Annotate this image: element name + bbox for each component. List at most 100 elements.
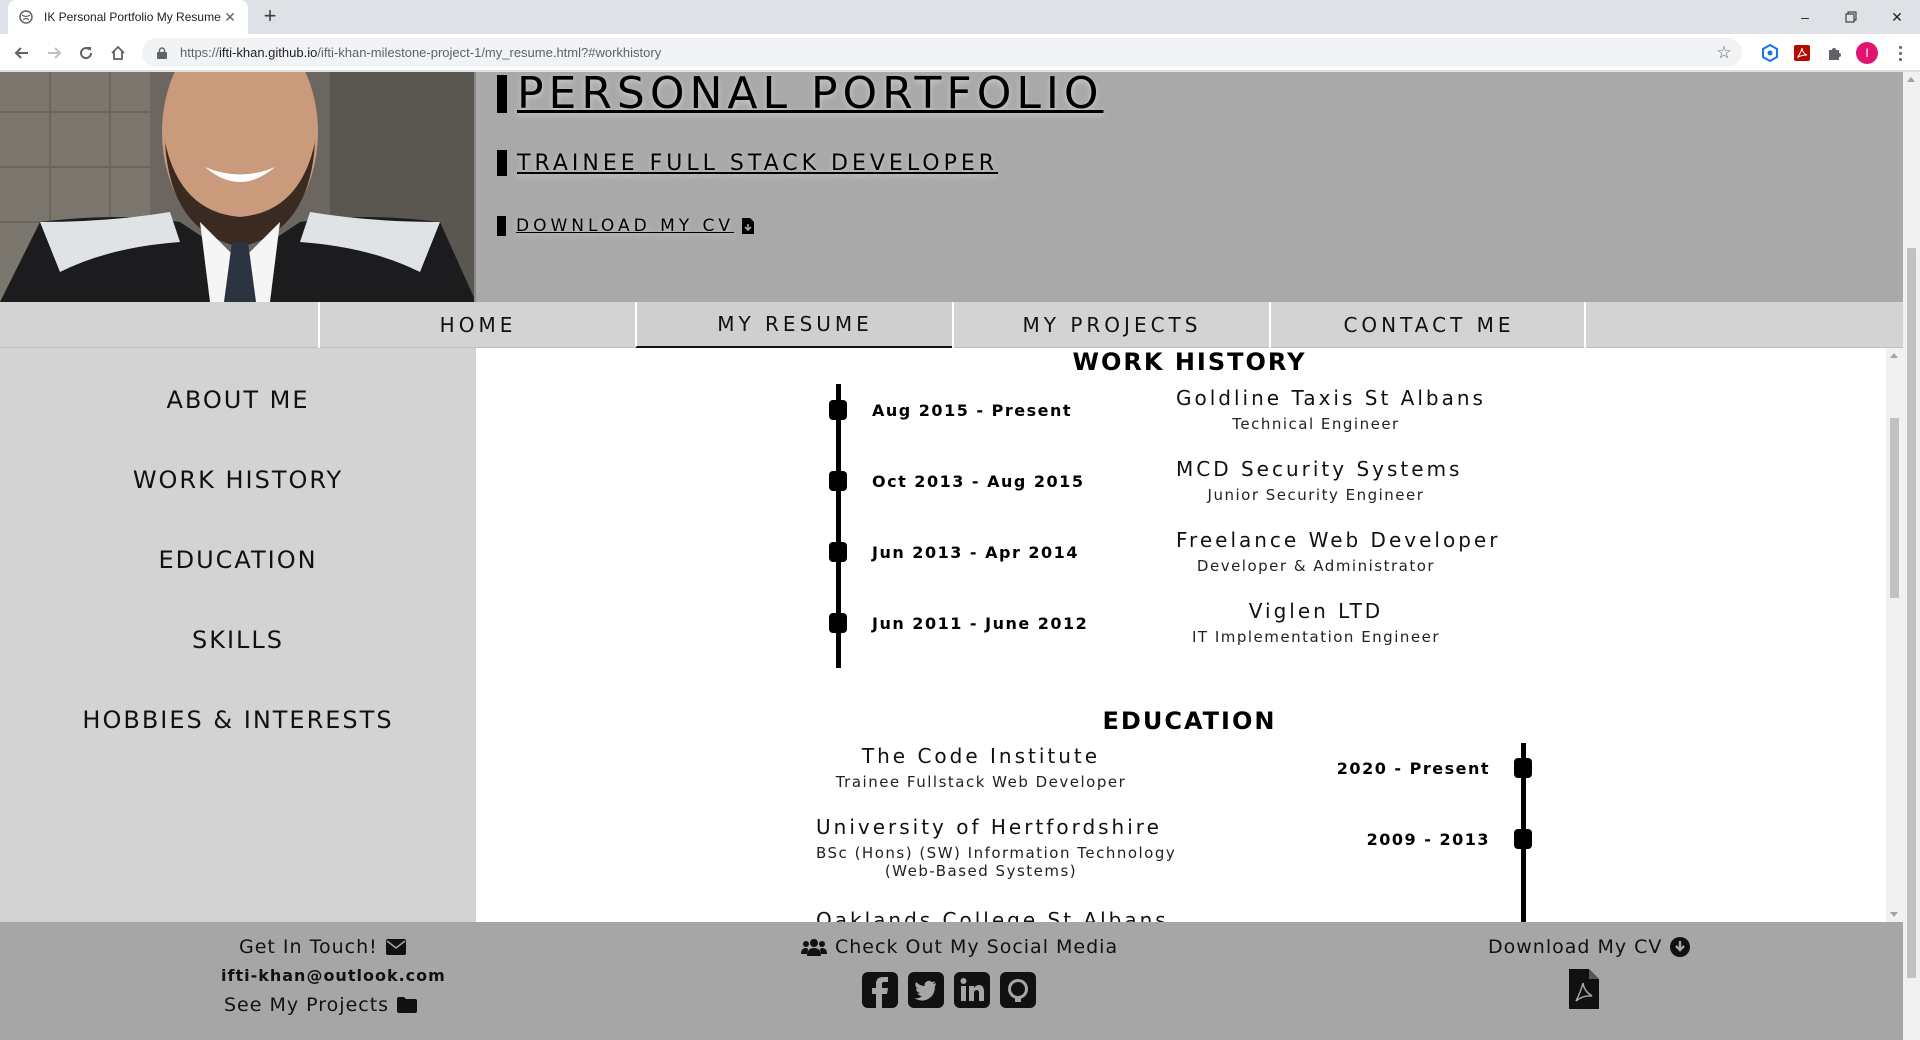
sidebar-item-education[interactable]: EDUCATION xyxy=(0,546,476,574)
download-cv-footer-label[interactable]: Download My CV xyxy=(1488,936,1662,958)
education-institution: Oaklands College St Albans xyxy=(816,908,1169,922)
timeline-dot xyxy=(829,471,847,491)
role-subtitle: TRAINEE FULL STACK DEVELOPER xyxy=(497,150,998,176)
reload-icon[interactable] xyxy=(74,41,98,65)
resume-sidebar: ABOUT ME WORK HISTORY EDUCATION SKILLS H… xyxy=(0,348,476,922)
pdf-extension-icon[interactable] xyxy=(1792,43,1812,63)
work-role: Junior Security Engineer xyxy=(1207,486,1425,504)
address-bar[interactable]: https://ifti-khan.github.io/ifti-khan-mi… xyxy=(142,38,1742,67)
timeline-dot xyxy=(829,400,847,420)
see-projects-link[interactable]: See My Projects xyxy=(224,994,418,1016)
main-navigation: HOME MY RESUME MY PROJECTS CONTACT ME xyxy=(0,302,1903,348)
nav-home[interactable]: HOME xyxy=(318,302,636,348)
forward-arrow-icon[interactable] xyxy=(42,41,66,65)
close-window-icon[interactable]: ✕ xyxy=(1874,0,1920,34)
content-scrollbar[interactable] xyxy=(1886,348,1903,922)
page-scroll-up-arrow[interactable] xyxy=(1907,77,1915,82)
browser-tab[interactable]: IK Personal Portfolio My Resume ✕ xyxy=(8,0,248,34)
sidebar-item-hobbies[interactable]: HOBBIES & INTERESTS xyxy=(0,706,476,734)
new-tab-icon[interactable]: + xyxy=(258,5,282,29)
facebook-icon[interactable] xyxy=(862,972,898,1008)
email-link[interactable]: ifti-khan@outlook.com xyxy=(221,966,446,985)
education-course: Trainee Fullstack Web Developer xyxy=(835,773,1127,791)
url-text: https://ifti-khan.github.io/ifti-khan-mi… xyxy=(180,45,662,60)
social-media-label: Check Out My Social Media xyxy=(835,936,1119,958)
work-company: MCD Security Systems xyxy=(1176,457,1463,481)
sidebar-item-skills[interactable]: SKILLS xyxy=(0,626,476,654)
linkedin-icon[interactable] xyxy=(954,972,990,1008)
work-company: Viglen LTD xyxy=(1248,599,1384,623)
lock-icon xyxy=(154,45,170,61)
nav-divider xyxy=(1584,302,1586,348)
timeline-dot xyxy=(1514,758,1532,778)
browser-toolbar: https://ifti-khan.github.io/ifti-khan-mi… xyxy=(0,34,1920,71)
work-date: Aug 2015 - Present xyxy=(872,401,1072,420)
cv-accent-bar xyxy=(497,216,506,236)
work-date: Jun 2013 - Apr 2014 xyxy=(872,543,1079,562)
title-accent-bar xyxy=(497,75,507,113)
see-projects-label[interactable]: See My Projects xyxy=(224,994,389,1016)
subtitle-accent-bar xyxy=(497,150,507,176)
bookmark-star-icon[interactable]: ☆ xyxy=(1714,43,1734,63)
sidebar-item-work-history[interactable]: WORK HISTORY xyxy=(0,466,476,494)
page-scrollbar[interactable] xyxy=(1903,72,1920,1040)
home-icon[interactable] xyxy=(106,41,130,65)
resume-content[interactable]: WORK HISTORY Aug 2015 - Present Goldline… xyxy=(476,348,1903,922)
browser-menu-icon[interactable] xyxy=(1890,42,1910,64)
nav-my-projects[interactable]: MY PROJECTS xyxy=(952,302,1270,348)
page-scroll-thumb[interactable] xyxy=(1907,248,1916,978)
hero-header: PERSONAL PORTFOLIO TRAINEE FULL STACK DE… xyxy=(0,72,1903,302)
get-in-touch-label[interactable]: Get In Touch! xyxy=(239,936,378,958)
nav-contact-me[interactable]: CONTACT ME xyxy=(1269,302,1587,348)
work-date: Oct 2013 - Aug 2015 xyxy=(872,472,1085,491)
globe-icon xyxy=(18,9,34,25)
profile-avatar[interactable]: I xyxy=(1856,42,1878,64)
close-tab-icon[interactable]: ✕ xyxy=(222,9,238,25)
profile-photo xyxy=(0,72,476,302)
download-cv-label[interactable]: DOWNLOAD MY CV xyxy=(516,216,734,236)
download-cv-footer-link[interactable]: Download My CV xyxy=(1488,936,1691,958)
page-footer: Get In Touch! ifti-khan@outlook.com See … xyxy=(0,922,1903,1040)
social-media-heading: Check Out My Social Media xyxy=(801,936,1118,958)
scroll-down-arrow[interactable] xyxy=(1890,912,1898,917)
work-date: Jun 2011 - June 2012 xyxy=(872,614,1089,633)
work-history-heading: WORK HISTORY xyxy=(1072,348,1307,376)
timeline-dot xyxy=(829,542,847,562)
content-scroll-thumb[interactable] xyxy=(1890,418,1899,598)
twitter-icon[interactable] xyxy=(908,972,944,1008)
subtitle-text: TRAINEE FULL STACK DEVELOPER xyxy=(517,150,999,176)
work-role: IT Implementation Engineer xyxy=(1191,628,1441,646)
envelope-icon xyxy=(385,939,406,955)
work-role: Technical Engineer xyxy=(1232,415,1400,433)
work-role: Developer & Administrator xyxy=(1196,557,1436,575)
puzzle-extensions-icon[interactable] xyxy=(1824,43,1844,63)
pdf-file-icon[interactable] xyxy=(1569,969,1599,1013)
download-cv-link[interactable]: DOWNLOAD MY CV xyxy=(497,216,755,236)
sidebar-item-about-me[interactable]: ABOUT ME xyxy=(0,386,476,414)
education-heading: EDUCATION xyxy=(1102,707,1277,735)
work-company: Goldline Taxis St Albans xyxy=(1176,386,1486,410)
education-institution: University of Hertfordshire xyxy=(816,815,1162,839)
github-icon[interactable] xyxy=(1000,972,1036,1008)
page-viewport: PERSONAL PORTFOLIO TRAINEE FULL STACK DE… xyxy=(0,72,1920,1040)
portfolio-title: PERSONAL PORTFOLIO xyxy=(497,72,1103,116)
get-in-touch-link[interactable]: Get In Touch! xyxy=(239,936,406,958)
page-title: PERSONAL PORTFOLIO xyxy=(517,72,1104,119)
tab-title: IK Personal Portfolio My Resume xyxy=(44,10,221,24)
education-course: BSc (Hons) (SW) Information Technology xyxy=(816,844,1177,862)
education-institution: The Code Institute xyxy=(861,744,1101,768)
restore-icon[interactable] xyxy=(1828,0,1874,34)
education-course-detail: (Web-Based Systems) xyxy=(884,862,1078,880)
extension-hexagon-icon[interactable] xyxy=(1760,43,1780,63)
timeline-dot xyxy=(829,613,847,633)
browser-tab-strip: IK Personal Portfolio My Resume ✕ + – ✕ xyxy=(0,0,1920,34)
minimize-icon[interactable]: – xyxy=(1782,0,1828,34)
window-controls: – ✕ xyxy=(1782,0,1920,34)
education-date: 2020 - Present xyxy=(1336,759,1490,778)
download-circle-icon xyxy=(1670,937,1691,957)
file-download-icon[interactable] xyxy=(742,218,755,234)
users-icon xyxy=(801,938,827,956)
scroll-up-arrow[interactable] xyxy=(1890,353,1898,358)
nav-my-resume[interactable]: MY RESUME xyxy=(635,302,953,348)
back-arrow-icon[interactable] xyxy=(10,41,34,65)
